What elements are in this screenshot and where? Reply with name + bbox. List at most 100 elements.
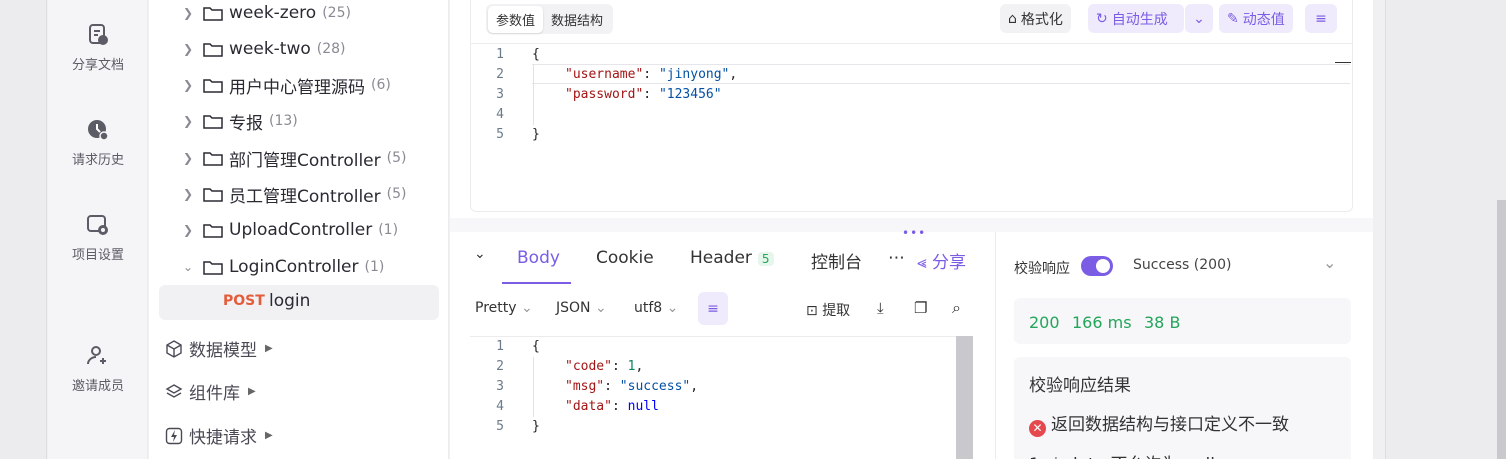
validation-error-detail: 1. $.data 不允许为 null — [1029, 450, 1215, 459]
section-quick-requests[interactable]: 快捷请求 ▶ — [165, 423, 273, 448]
folder-name: 部门管理Controller — [229, 150, 381, 171]
encoding-select[interactable]: utf8 ⌄ — [634, 300, 678, 316]
extract-button[interactable]: ⊡ 提取 — [806, 300, 850, 320]
response-scrollbar[interactable] — [956, 336, 973, 459]
share-icon: ⪡ — [917, 253, 927, 273]
chevron-down-icon[interactable]: ⌄ — [183, 260, 197, 274]
http-method-badge: POST — [223, 293, 265, 309]
caret-right-icon: ▶ — [248, 386, 256, 397]
tree-folder[interactable]: ❯ 部门管理Controller (5) — [149, 143, 406, 173]
refresh-icon: ↻ — [1096, 10, 1108, 27]
tree-folder[interactable]: ❯ 用户中心管理源码 (6) — [149, 70, 391, 100]
wrap-lines-button[interactable]: ≡ — [698, 292, 728, 325]
dynamic-value-button[interactable]: ✎ 动态值 — [1219, 4, 1293, 33]
chevron-right-icon[interactable]: ❯ — [183, 151, 197, 165]
tab-header[interactable]: Header 5 — [690, 248, 774, 268]
tab-body[interactable]: Body — [517, 248, 560, 268]
copy-icon[interactable]: ❐ — [914, 299, 927, 317]
code-line: 1 { — [474, 44, 874, 64]
line-number: 3 — [496, 86, 504, 102]
code-text: { — [532, 46, 540, 62]
section-label: 组件库 — [189, 384, 240, 404]
json-key: "password" — [565, 86, 644, 102]
share-button[interactable]: ⪡ 分享 — [917, 248, 966, 273]
response-split-divider[interactable] — [995, 232, 996, 459]
active-tab-underline — [502, 282, 571, 284]
folder-count: (6) — [371, 77, 391, 93]
rail-label: 邀请成员 — [71, 379, 124, 394]
response-status-select[interactable]: Success (200) — [1133, 257, 1231, 273]
tree-folder[interactable]: ❯ 员工管理Controller (5) — [149, 179, 406, 209]
rail-item-history[interactable]: 请求历史 — [48, 117, 148, 168]
line-number: 5 — [496, 418, 504, 434]
tab-cookie[interactable]: Cookie — [596, 248, 654, 268]
more-icon[interactable]: ⋯ — [888, 248, 905, 268]
extract-label: 提取 — [822, 303, 851, 319]
project-settings-icon — [87, 215, 108, 235]
pretty-select[interactable]: Pretty ⌄ — [475, 300, 533, 316]
json-select[interactable]: JSON ⌄ — [556, 300, 607, 316]
section-data-models[interactable]: 数据模型 ▶ — [165, 336, 273, 361]
download-icon[interactable]: ⤓ — [877, 299, 884, 317]
caret-right-icon: ▶ — [265, 343, 273, 354]
tab-console[interactable]: 控制台 — [811, 248, 862, 273]
cube-icon — [166, 339, 182, 358]
rail-label: 项目设置 — [71, 248, 124, 263]
format-button[interactable]: ⌂ 格式化 — [1000, 4, 1071, 33]
folder-icon — [203, 261, 223, 275]
response-time: 166 ms — [1072, 313, 1132, 332]
rail-item-share-doc[interactable]: 分享文档 — [48, 22, 148, 73]
code-line: 4 — [474, 104, 874, 124]
code-line: 3 "msg": "success", — [474, 376, 944, 396]
folder-count: (5) — [386, 150, 407, 166]
tab-param-values[interactable]: 参数值 — [488, 5, 544, 33]
status-code: 200 — [1029, 313, 1060, 332]
line-number: 1 — [496, 46, 504, 62]
chevron-down-icon: ⌄ — [520, 300, 533, 316]
json-key: "data" — [565, 398, 612, 414]
auto-generate-dropdown[interactable]: ⌄ — [1185, 4, 1213, 33]
chevron-right-icon[interactable]: ❯ — [183, 42, 197, 56]
code-text: } — [532, 126, 540, 142]
validate-response-toggle[interactable] — [1081, 256, 1113, 276]
chevron-down-icon[interactable]: ⌄ — [1323, 253, 1336, 272]
error-icon: ✕ — [1029, 420, 1046, 437]
line-number: 1 — [496, 338, 504, 354]
section-components[interactable]: 组件库 ▶ — [165, 379, 256, 404]
chevron-right-icon[interactable]: ❯ — [183, 223, 197, 237]
chevron-right-icon[interactable]: ❯ — [183, 114, 197, 128]
wrap-lines-button[interactable]: ≡ — [1305, 4, 1337, 33]
request-mode-tabs: 参数值 数据结构 — [486, 4, 614, 34]
tab-data-structure[interactable]: 数据结构 — [543, 6, 611, 33]
auto-generate-button[interactable]: ↻ 自动生成 — [1088, 4, 1184, 33]
tree-folder[interactable]: ❯ week-two (28) — [149, 34, 346, 64]
rail-item-project-settings[interactable]: 项目设置 — [48, 212, 148, 263]
format-label: 格式化 — [1020, 11, 1063, 28]
folder-icon — [203, 224, 223, 238]
validation-result-title: 校验响应结果 — [1029, 376, 1131, 396]
search-icon[interactable]: ⌕ — [952, 298, 961, 318]
validate-response-label: 校验响应 — [1014, 261, 1070, 277]
api-name[interactable]: login — [269, 291, 310, 311]
tree-folder-expanded[interactable]: ⌄ LoginController (1) — [149, 252, 384, 282]
tree-folder[interactable]: ❯ 专报 (13) — [149, 106, 298, 136]
line-number: 3 — [496, 378, 504, 394]
code-line: 5 } — [474, 124, 874, 144]
response-metrics-card: 200 166 ms 38 B — [1014, 298, 1351, 344]
page-scrollbar[interactable] — [1497, 200, 1506, 459]
line-number: 4 — [496, 398, 504, 414]
folder-name: UploadController — [229, 220, 373, 240]
wrap-lines-icon: ≡ — [707, 300, 719, 317]
collapse-chevron-icon[interactable]: ⌄ — [474, 246, 486, 262]
section-label: 快捷请求 — [189, 428, 257, 448]
folder-count: (5) — [386, 186, 407, 202]
json-key: "msg" — [565, 378, 605, 394]
tree-folder[interactable]: ❯ UploadController (1) — [149, 215, 398, 245]
tree-folder[interactable]: ❯ week-zero (25) — [149, 0, 351, 28]
folder-icon — [203, 152, 223, 166]
resize-handle-icon[interactable]: ••• — [902, 226, 926, 240]
chevron-right-icon[interactable]: ❯ — [183, 6, 197, 20]
rail-item-invite-member[interactable]: 邀请成员 — [48, 343, 148, 394]
chevron-right-icon[interactable]: ❯ — [183, 78, 197, 92]
chevron-right-icon[interactable]: ❯ — [183, 187, 197, 201]
